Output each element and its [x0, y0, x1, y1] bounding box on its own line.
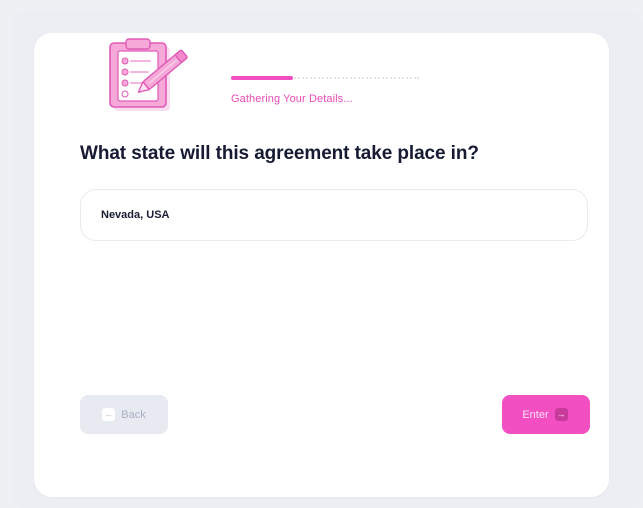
page: Gathering Your Details... What state wil… [0, 0, 643, 508]
clipboard-pencil-icon [109, 38, 188, 111]
question-heading: What state will this agreement take plac… [80, 143, 479, 164]
progress-bar [231, 75, 419, 81]
question-card: Gathering Your Details... What state wil… [34, 33, 609, 497]
enter-button-label: Enter [522, 408, 549, 421]
progress-label: Gathering Your Details... [231, 93, 353, 105]
arrow-left-icon: ← [102, 408, 116, 421]
state-input[interactable] [101, 209, 567, 221]
back-button-label: Back [121, 408, 146, 421]
back-button[interactable]: ← Back [80, 395, 168, 434]
arrow-right-icon: → [554, 408, 568, 421]
progress-fill [231, 76, 294, 80]
enter-button[interactable]: Enter → [502, 395, 590, 434]
state-field[interactable] [80, 189, 588, 241]
